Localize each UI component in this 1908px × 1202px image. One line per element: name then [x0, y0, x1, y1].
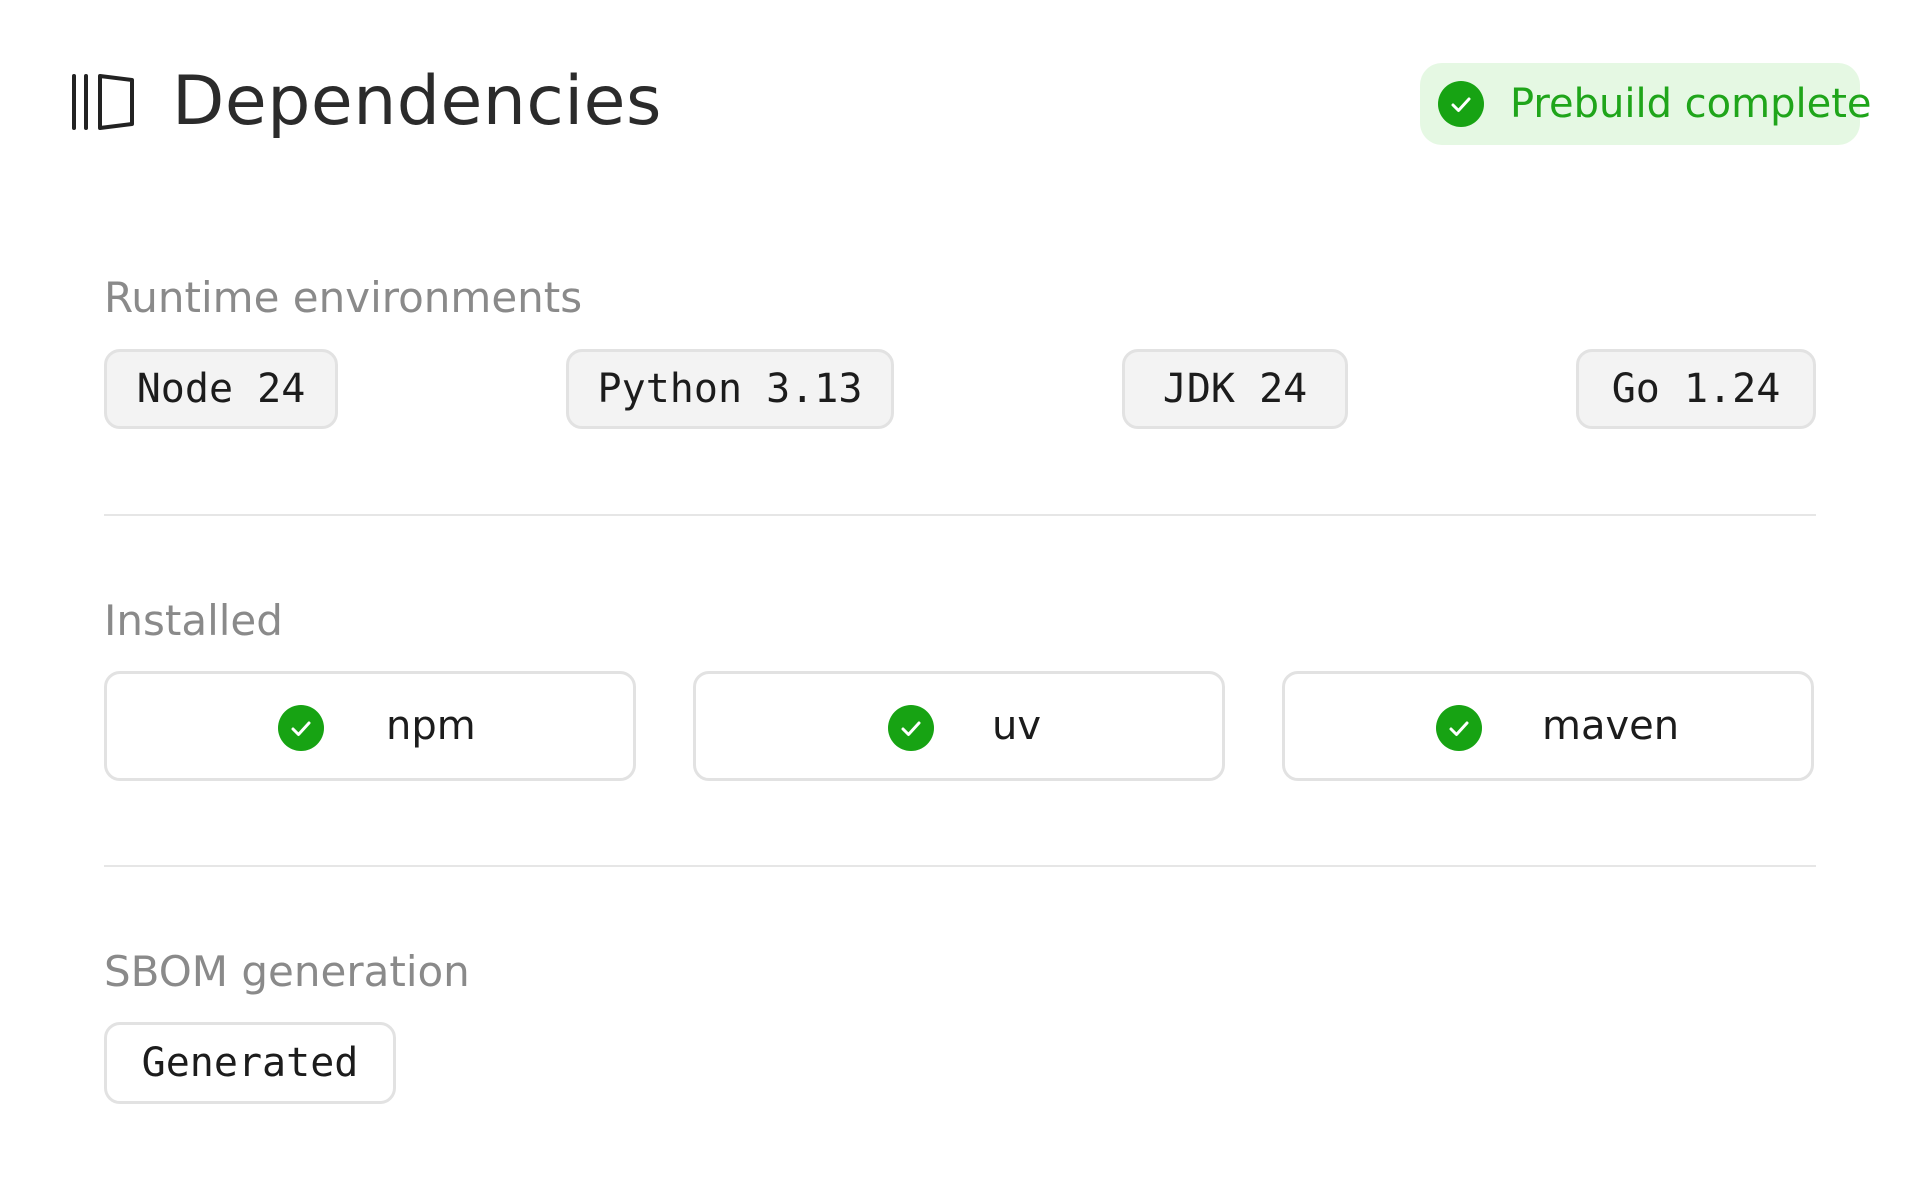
installed-card-npm: npm	[104, 671, 636, 781]
runtime-chip-node: Node 24	[104, 349, 338, 429]
check-circle-icon	[278, 705, 324, 751]
status-badge: Prebuild complete	[1420, 63, 1872, 145]
section-label-runtime: Runtime environments	[104, 273, 583, 322]
status-badge-label: Prebuild complete	[1510, 81, 1872, 127]
page-title: Dependencies	[172, 62, 662, 141]
check-circle-icon	[1436, 705, 1482, 751]
sbom-status-chip: Generated	[104, 1022, 396, 1104]
check-circle-icon	[888, 705, 934, 751]
package-name: uv	[992, 703, 1042, 749]
section-label-installed: Installed	[104, 596, 283, 645]
runtime-chip-python: Python 3.13	[566, 349, 894, 429]
runtime-chip-go: Go 1.24	[1576, 349, 1816, 429]
divider	[104, 514, 1816, 516]
package-name: npm	[386, 703, 476, 749]
dependencies-panel: Dependencies Prebuild complete Runtime e…	[0, 0, 1908, 1202]
runtime-chip-jdk: JDK 24	[1122, 349, 1348, 429]
installed-card-uv: uv	[693, 671, 1225, 781]
divider	[104, 865, 1816, 867]
section-label-sbom: SBOM generation	[104, 947, 470, 996]
package-name: maven	[1542, 703, 1680, 749]
installed-card-maven: maven	[1282, 671, 1814, 781]
dependencies-icon	[70, 72, 136, 132]
check-circle-icon	[1438, 81, 1484, 127]
